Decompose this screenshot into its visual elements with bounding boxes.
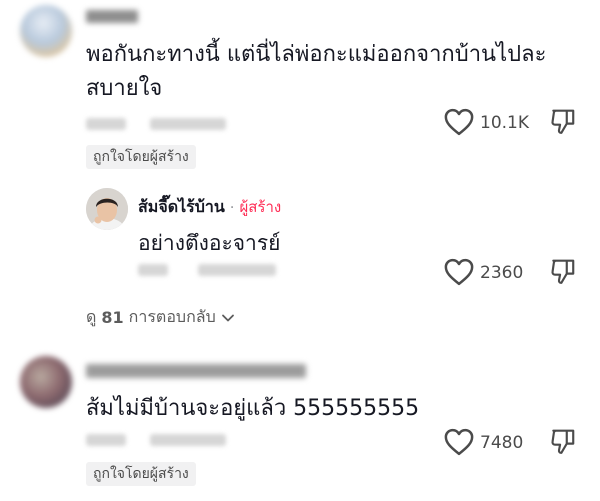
liked-by-creator-badge-1: ถูกใจโดยผู้สร้าง [86,145,196,169]
liked-by-creator-badge-2: ถูกใจโดยผู้สร้าง [86,462,196,486]
reply-header: ส้มจี๊ดไร้บ้าน · ผู้สร้าง [138,195,281,220]
comment-2-text: ส้มไม่มีบ้านจะอยู่แล้ว 555555555 [86,396,420,421]
heart-outline-icon[interactable] [444,258,474,286]
comment-2-timestamp-blurred [86,434,126,446]
thumbs-down-icon[interactable] [550,428,576,456]
reply-username[interactable]: ส้มจี๊ดไร้บ้าน [138,197,225,216]
avatar-creator[interactable] [86,188,128,230]
comment-1-like-count: 10.1K [480,113,529,133]
creator-label: ผู้สร้าง [239,198,282,216]
reply-timestamp-blurred [138,264,168,276]
thumbs-down-icon[interactable] [550,258,576,286]
username-blurred-1[interactable] [86,10,138,23]
avatar-comment-2[interactable] [20,356,72,408]
view-replies-suffix: การตอบกลับ [128,307,216,326]
view-replies-button[interactable]: ดู 81 การตอบกลับ [86,305,235,330]
comment-1-line-1: พอกันกะทางนี้ แต่นี่ไล่พ่อกะแม่ออกจากบ้า… [86,42,547,67]
view-replies-count: 81 [101,308,124,327]
comment-1-text: พอกันกะทางนี้ แต่นี่ไล่พ่อกะแม่ออกจากบ้า… [86,38,546,106]
heart-outline-icon[interactable] [444,428,474,456]
reply-text: อย่างตึงอะจารย์ [138,231,281,255]
comment-1-reply-link-blurred[interactable] [150,118,226,130]
reply-reply-link-blurred[interactable] [198,264,276,276]
username-blurred-2[interactable] [86,364,306,378]
heart-outline-icon[interactable] [444,108,474,136]
comment-2-reply-link-blurred[interactable] [150,434,226,446]
reply-like-count: 2360 [480,263,524,283]
comment-2-like-count: 7480 [480,433,524,453]
chevron-down-icon [221,313,235,323]
comment-1-timestamp-blurred [86,118,126,130]
view-replies-prefix: ดู [86,307,97,326]
separator-dot: · [229,200,235,216]
thumbs-down-icon[interactable] [550,108,576,136]
comment-1-line-2: สบายใจ [86,76,163,101]
avatar-comment-1[interactable] [20,5,72,57]
